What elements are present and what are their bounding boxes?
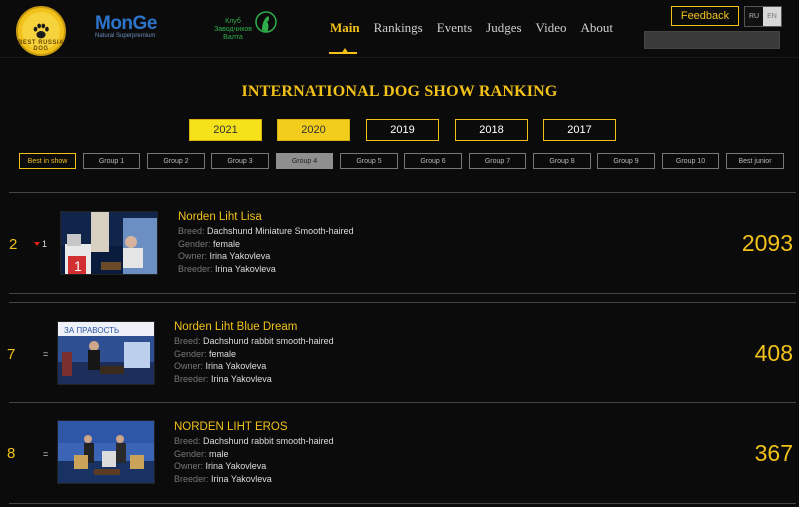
- gender-label: Gender:: [174, 448, 207, 459]
- lang-en-button[interactable]: EN: [763, 7, 781, 26]
- rank-number: 7: [7, 346, 16, 363]
- divider: [9, 302, 796, 303]
- group-tab-3[interactable]: Group 3: [211, 153, 269, 169]
- dog-details: Breed: Dachshund rabbit smooth-haired Ge…: [174, 335, 334, 385]
- gender-label: Gender:: [174, 348, 207, 359]
- owner-value: Irina Yakovleva: [205, 461, 267, 472]
- breeder-value: Irina Yakovleva: [211, 373, 272, 384]
- feedback-button[interactable]: Feedback: [671, 6, 739, 26]
- club-name: Клуб Заводчиков Валта: [214, 18, 252, 41]
- rank-number: 8: [7, 445, 16, 462]
- svg-text:1: 1: [74, 258, 82, 274]
- owner-label: Owner:: [174, 361, 204, 372]
- group-tab-7[interactable]: Group 7: [469, 153, 526, 169]
- points-total: 2093: [741, 230, 793, 256]
- divider: [9, 402, 796, 403]
- logo-ring-text: BEST RUSSIA DOG: [18, 40, 64, 52]
- group-tab-5[interactable]: Group 5: [340, 153, 398, 169]
- breeder-label: Breeder:: [174, 373, 209, 384]
- breeder-label: Breeder:: [178, 263, 213, 274]
- search-box: [644, 31, 785, 49]
- group-tab-6[interactable]: Group 6: [404, 153, 462, 169]
- points-total: 367: [754, 440, 793, 466]
- arrow-down-icon: [34, 242, 40, 246]
- main-nav: Main Rankings Events Judges Video About: [330, 20, 627, 54]
- breeder-label: Breeder:: [174, 473, 209, 484]
- rank-number: 2: [9, 236, 18, 253]
- language-switch: RU EN: [744, 6, 782, 27]
- dog-name-link[interactable]: Norden Liht Lisa: [178, 211, 262, 223]
- search-input[interactable]: [649, 32, 785, 48]
- dog-details: Breed: Dachshund Miniature Smooth-haired…: [178, 225, 354, 275]
- divider: [9, 503, 796, 504]
- year-tabs: 2021 2020 2019 2018 2017: [0, 119, 799, 141]
- nav-rankings[interactable]: Rankings: [374, 20, 423, 36]
- svg-text:ЗА ПРАВОСТЬ: ЗА ПРАВОСТЬ: [64, 326, 119, 335]
- lang-ru-button[interactable]: RU: [745, 7, 763, 26]
- group-tab-10[interactable]: Group 10: [662, 153, 719, 169]
- breeders-club-logo[interactable]: Клуб Заводчиков Валта: [205, 10, 277, 44]
- nav-events[interactable]: Events: [437, 20, 472, 36]
- group-tab-best-in-show[interactable]: Best in show: [19, 153, 76, 169]
- page-title: INTERNATIONAL DOG SHOW RANKING: [241, 83, 558, 100]
- dog-silhouette-icon: [255, 11, 277, 33]
- ranking-row[interactable]: 7 = ЗА ПРАВОСТЬ Norden Liht Blue Dream B…: [0, 318, 799, 402]
- gender-value: female: [213, 238, 241, 249]
- group-tab-1[interactable]: Group 1: [83, 153, 140, 169]
- rank-change: =: [43, 449, 49, 459]
- group-tabs: Best in show Group 1 Group 2 Group 3 Gro…: [0, 153, 799, 169]
- rank-change: 1: [34, 239, 47, 249]
- ranking-row[interactable]: 8 = NORDEN LIHT EROS Breed: Dachshund ra…: [0, 418, 799, 502]
- nav-judges[interactable]: Judges: [486, 20, 521, 36]
- group-tab-best-junior[interactable]: Best junior: [726, 153, 784, 169]
- owner-value: Irina Yakovleva: [209, 251, 271, 262]
- breeder-value: Irina Yakovleva: [215, 263, 276, 274]
- dog-photo[interactable]: 1: [60, 211, 158, 275]
- nav-main[interactable]: Main: [330, 20, 360, 54]
- divider: [9, 293, 796, 294]
- year-tab-2018[interactable]: 2018: [455, 119, 528, 141]
- ranking-row[interactable]: 2 1 1 Norden Liht Lisa Breed: Dachshund …: [0, 208, 799, 292]
- owner-label: Owner:: [174, 461, 204, 472]
- gender-label: Gender:: [178, 238, 211, 249]
- breed-label: Breed:: [174, 336, 201, 346]
- breed-value: Dachshund rabbit smooth-haired: [203, 336, 334, 346]
- sponsor-brand: MonGe: [95, 13, 157, 34]
- year-tab-2021[interactable]: 2021: [189, 119, 262, 141]
- breed-value: Dachshund Miniature Smooth-haired: [207, 226, 354, 236]
- breed-value: Dachshund rabbit smooth-haired: [203, 436, 334, 446]
- rank-change-value: 1: [42, 239, 48, 249]
- dog-name-link[interactable]: NORDEN LIHT EROS: [174, 421, 288, 433]
- divider: [9, 192, 796, 193]
- breed-label: Breed:: [178, 226, 205, 236]
- points-total: 408: [754, 340, 793, 366]
- gender-value: female: [209, 348, 237, 359]
- best-russia-dog-logo[interactable]: BEST RUSSIA DOG: [16, 6, 66, 56]
- nav-about[interactable]: About: [581, 20, 614, 36]
- gender-value: male: [209, 448, 229, 459]
- year-tab-2020[interactable]: 2020: [277, 119, 350, 141]
- dog-photo[interactable]: ЗА ПРАВОСТЬ: [57, 321, 155, 385]
- dog-photo[interactable]: [57, 420, 155, 484]
- group-tab-8[interactable]: Group 8: [533, 153, 591, 169]
- breed-label: Breed:: [174, 436, 201, 446]
- group-tab-4[interactable]: Group 4: [276, 153, 333, 169]
- owner-label: Owner:: [178, 251, 208, 262]
- monge-sponsor-logo[interactable]: MonGe Natural Superpremium: [95, 13, 157, 39]
- year-tab-2017[interactable]: 2017: [543, 119, 616, 141]
- group-tab-9[interactable]: Group 9: [597, 153, 655, 169]
- owner-value: Irina Yakovleva: [205, 361, 267, 372]
- rank-change: =: [43, 349, 49, 359]
- nav-active-indicator: [329, 52, 357, 54]
- dog-name-link[interactable]: Norden Liht Blue Dream: [174, 321, 297, 333]
- group-tab-2[interactable]: Group 2: [147, 153, 205, 169]
- site-header: BEST RUSSIA DOG MonGe Natural Superpremi…: [0, 0, 799, 58]
- sponsor-tagline: Natural Superpremium: [95, 33, 156, 39]
- breeder-value: Irina Yakovleva: [211, 473, 272, 484]
- dog-details: Breed: Dachshund rabbit smooth-haired Ge…: [174, 435, 334, 485]
- year-tab-2019[interactable]: 2019: [366, 119, 439, 141]
- nav-video[interactable]: Video: [536, 20, 567, 36]
